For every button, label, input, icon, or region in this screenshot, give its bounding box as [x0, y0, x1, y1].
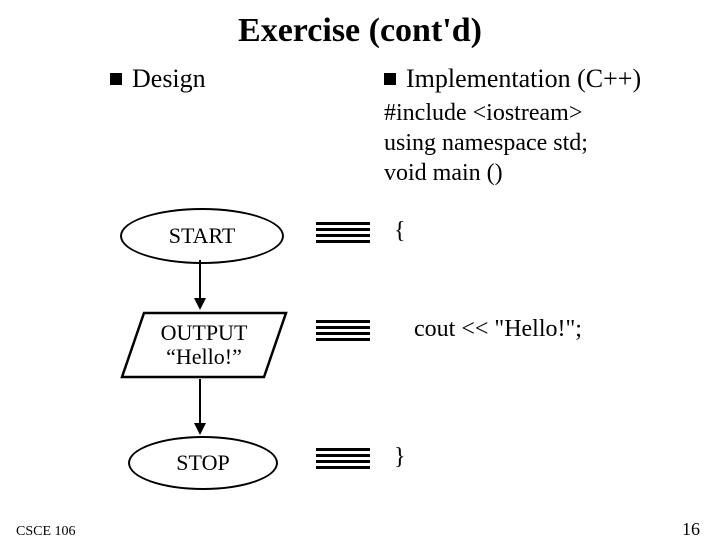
flow-stop-node: STOP [128, 436, 278, 490]
code-close-brace: } [394, 444, 406, 471]
footer-course: CSCE 106 [16, 524, 76, 540]
code-using: using namespace std; [384, 128, 720, 158]
code-preamble: #include <iostream> using namespace std;… [384, 98, 720, 188]
flow-stop-label: STOP [176, 450, 229, 476]
bullet-icon [110, 73, 122, 85]
design-column: Design [0, 64, 380, 188]
flow-output-node: OUTPUT “Hello!” [120, 311, 288, 379]
bullet-icon [384, 73, 396, 85]
arrow-down-icon [190, 260, 210, 312]
design-heading: Design [110, 64, 380, 94]
flowchart-area: START OUTPUT “Hello!” STOP { cout << "He… [110, 196, 720, 526]
slide-title: Exercise (cont'd) [0, 12, 720, 50]
code-main: void main () [384, 158, 720, 188]
flow-output-line2: “Hello!” [161, 345, 248, 369]
flow-output-text: OUTPUT “Hello!” [161, 321, 248, 369]
flow-start-label: START [169, 223, 236, 249]
footer-page-number: 16 [682, 519, 700, 540]
flow-start-node: START [120, 208, 284, 264]
design-heading-text: Design [132, 64, 206, 94]
implementation-heading-text: Implementation (C++) [406, 64, 641, 94]
code-include: #include <iostream> [384, 98, 720, 128]
equivalence-icon [316, 448, 370, 477]
arrow-down-icon [190, 379, 210, 437]
code-open-brace: { [394, 218, 406, 245]
implementation-heading: Implementation (C++) [384, 64, 720, 94]
equivalence-icon [316, 222, 370, 251]
flow-output-line1: OUTPUT [161, 321, 248, 345]
code-cout-line: cout << "Hello!"; [414, 316, 582, 343]
two-column-layout: Design Implementation (C++) #include <io… [0, 64, 720, 188]
equivalence-icon [316, 320, 370, 349]
implementation-column: Implementation (C++) #include <iostream>… [380, 64, 720, 188]
